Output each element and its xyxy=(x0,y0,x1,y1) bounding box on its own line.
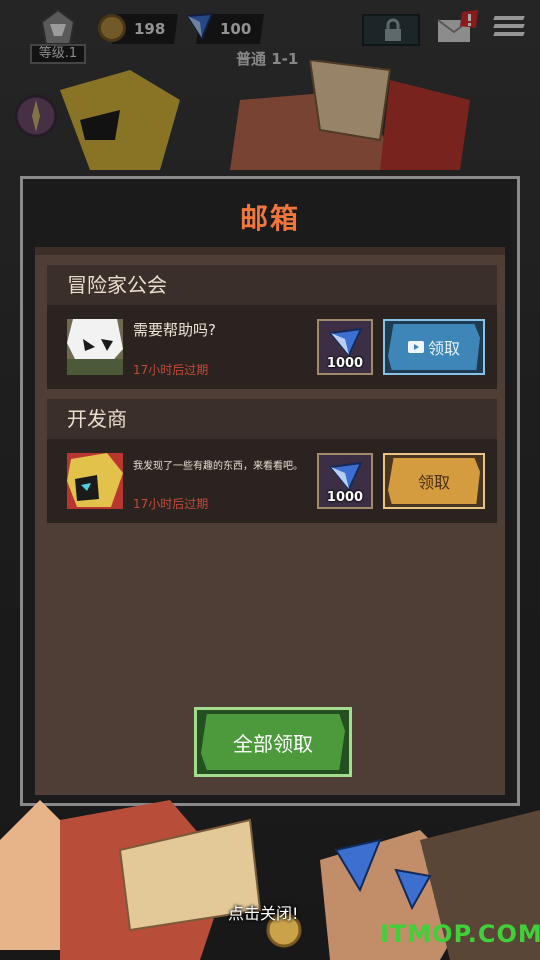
mail-sender: 开发商 xyxy=(47,399,497,439)
reward-amount: 1000 xyxy=(326,356,364,371)
gem-icon xyxy=(329,327,363,357)
avatar xyxy=(67,453,123,509)
collect-all-label: 全部领取 xyxy=(201,714,345,770)
reward-item: 1000 xyxy=(317,453,373,509)
mail-item: 开发商 我发现了一些有趣的东西，来看看吧。 17小时后过期 1000 领取 xyxy=(47,399,497,523)
collect-all-button[interactable]: 全部领取 xyxy=(194,707,352,777)
tap-to-close-hint[interactable]: 点击关闭! xyxy=(228,900,298,924)
mailbox-dialog: 邮箱 冒险家公会 需要帮助吗? 17小时后过期 1000 领取 开发商 我发现了… xyxy=(20,176,520,806)
dialog-title: 邮箱 xyxy=(239,202,300,235)
gem-icon xyxy=(329,461,363,491)
reward-item: 1000 xyxy=(317,319,373,375)
mail-expire-time: 17小时后过期 xyxy=(133,363,209,377)
claim-button-video[interactable]: 领取 xyxy=(383,319,485,375)
video-icon xyxy=(407,341,424,353)
mail-message: 我发现了一些有趣的东西，来看看吧。 xyxy=(133,461,303,472)
claim-button[interactable]: 领取 xyxy=(383,453,485,509)
claim-label: 领取 xyxy=(417,473,450,492)
avatar xyxy=(67,319,123,375)
claim-label: 领取 xyxy=(427,339,460,358)
reward-amount: 1000 xyxy=(326,490,364,505)
mail-item: 冒险家公会 需要帮助吗? 17小时后过期 1000 领取 xyxy=(47,265,497,389)
mail-sender: 冒险家公会 xyxy=(47,265,497,305)
watermark: ITMOP.COM xyxy=(380,920,540,948)
mail-expire-time: 17小时后过期 xyxy=(133,497,209,511)
mail-message: 需要帮助吗? xyxy=(133,321,216,339)
